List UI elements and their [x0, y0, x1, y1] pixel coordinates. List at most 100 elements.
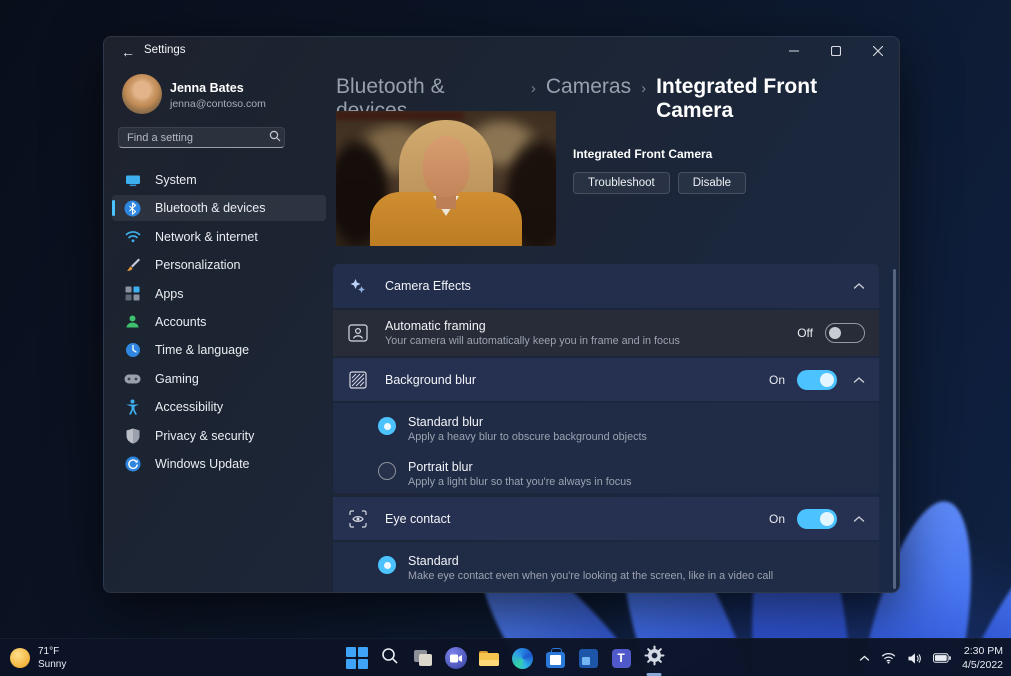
automatic-framing-state: Off: [797, 326, 813, 340]
network-icon: [124, 228, 141, 245]
eye-contact-state: On: [769, 512, 785, 526]
camera-preview: [336, 111, 556, 246]
weather-widget[interactable]: 71°F Sunny: [10, 639, 66, 676]
weather-temperature: 71°F: [38, 645, 66, 658]
disable-button[interactable]: Disable: [678, 172, 746, 194]
apps-icon: [124, 285, 141, 302]
automatic-framing-row[interactable]: Automatic framing Your camera will autom…: [333, 310, 879, 356]
background-blur-row[interactable]: Background blur On: [333, 358, 879, 401]
sidebar-item-time-language[interactable]: Time & language: [112, 337, 326, 363]
time-language-icon: [124, 342, 141, 359]
sidebar-item-windows-update[interactable]: Windows Update: [112, 451, 326, 477]
task-view-icon: [414, 650, 432, 666]
automatic-framing-title: Automatic framing: [385, 319, 797, 333]
automatic-framing-icon: [347, 324, 369, 342]
portrait-blur-label: Portrait blur: [408, 460, 632, 474]
search-box[interactable]: [118, 127, 285, 148]
sidebar-item-personalization[interactable]: Personalization: [112, 252, 326, 278]
back-button[interactable]: ←: [116, 41, 140, 63]
file-explorer-button[interactable]: [477, 646, 502, 671]
bluetooth-icon: [124, 200, 141, 217]
chat-camera-icon: [445, 647, 467, 669]
chevron-up-icon[interactable]: [853, 282, 865, 290]
background-blur-title: Background blur: [385, 373, 769, 387]
start-button[interactable]: [345, 646, 370, 671]
background-blur-toggle[interactable]: [797, 370, 837, 390]
active-app-indicator: [647, 673, 662, 676]
edge-button[interactable]: [510, 646, 535, 671]
store-icon: [546, 652, 565, 668]
camera-effects-title: Camera Effects: [385, 279, 837, 293]
chat-button[interactable]: [444, 646, 469, 671]
scrollbar[interactable]: [893, 269, 896, 589]
battery-icon[interactable]: [933, 653, 951, 663]
sidebar-item-network-internet[interactable]: Network & internet: [112, 224, 326, 250]
tray-date: 4/5/2022: [962, 658, 1003, 672]
pinned-app-button[interactable]: [576, 646, 601, 671]
portrait-blur-desc: Apply a light blur so that you're always…: [408, 476, 632, 488]
microsoft-store-button[interactable]: [543, 646, 568, 671]
search-input[interactable]: [127, 132, 269, 144]
sidebar-item-system[interactable]: System: [112, 167, 326, 193]
page-title: Integrated Front Camera: [656, 75, 899, 123]
automatic-framing-desc: Your camera will automatically keep you …: [385, 335, 797, 347]
folder-icon: [479, 651, 499, 666]
breadcrumb-separator: ›: [641, 80, 646, 97]
background-blur-options: Standard blur Apply a heavy blur to obsc…: [333, 403, 879, 493]
standard-blur-radio[interactable]: [378, 417, 396, 435]
sparkles-icon: [347, 278, 369, 294]
search-icon: [381, 647, 399, 670]
accounts-icon: [124, 313, 141, 330]
standard-blur-label: Standard blur: [408, 415, 647, 429]
windows-logo-icon: [346, 647, 368, 669]
accessibility-icon: [124, 399, 141, 416]
background-blur-state: On: [769, 373, 785, 387]
sidebar-nav: System Bluetooth & devices Network & int…: [112, 167, 326, 477]
settings-window: ← Settings Jenna Bates jenna@contoso.com…: [103, 36, 900, 593]
eye-contact-title: Eye contact: [385, 512, 769, 526]
sidebar-item-gaming[interactable]: Gaming: [112, 366, 326, 392]
chevron-up-icon[interactable]: [853, 515, 865, 523]
account-name: Jenna Bates: [170, 81, 244, 95]
sidebar-item-apps[interactable]: Apps: [112, 281, 326, 307]
clock[interactable]: 2:30 PM 4/5/2022: [962, 644, 1003, 672]
weather-condition: Sunny: [38, 658, 66, 671]
avatar[interactable]: [122, 74, 162, 114]
tray-time: 2:30 PM: [962, 644, 1003, 658]
sidebar-item-privacy-security[interactable]: Privacy & security: [112, 423, 326, 449]
eye-contact-standard-desc: Make eye contact even when you're lookin…: [408, 570, 773, 582]
portrait-blur-radio[interactable]: [378, 462, 396, 480]
breadcrumb-cameras[interactable]: Cameras: [546, 75, 631, 99]
eye-contact-toggle[interactable]: [797, 509, 837, 529]
eye-contact-row[interactable]: Eye contact On: [333, 497, 879, 540]
pinned-app-icon: [579, 649, 598, 668]
automatic-framing-toggle[interactable]: [825, 323, 865, 343]
troubleshoot-button[interactable]: Troubleshoot: [573, 172, 670, 194]
sidebar-item-accounts[interactable]: Accounts: [112, 309, 326, 335]
teams-icon: T: [612, 649, 631, 668]
tray-chevron-up-icon[interactable]: [859, 655, 870, 662]
eye-contact-options: Standard Make eye contact even when you'…: [333, 542, 879, 593]
teams-button[interactable]: T: [609, 646, 634, 671]
portrait-blur-option[interactable]: Portrait blur Apply a light blur so that…: [378, 460, 632, 488]
breadcrumb-separator: ›: [531, 80, 536, 97]
camera-effects-header[interactable]: Camera Effects: [333, 264, 879, 308]
gaming-icon: [124, 370, 141, 387]
window-title: Settings: [144, 44, 186, 56]
volume-icon[interactable]: [907, 652, 922, 665]
eye-contact-standard-label: Standard: [408, 554, 773, 568]
task-view-button[interactable]: [411, 646, 436, 671]
eye-contact-standard-option[interactable]: Standard Make eye contact even when you'…: [378, 554, 773, 582]
eye-contact-icon: [347, 510, 369, 528]
settings-app-button[interactable]: [642, 646, 667, 671]
sidebar-item-bluetooth-devices[interactable]: Bluetooth & devices: [112, 195, 326, 221]
standard-blur-option[interactable]: Standard blur Apply a heavy blur to obsc…: [378, 415, 647, 443]
sidebar-item-accessibility[interactable]: Accessibility: [112, 394, 326, 420]
search-icon: [269, 129, 281, 147]
taskbar: 71°F Sunny: [0, 638, 1011, 676]
wifi-icon[interactable]: [881, 652, 896, 664]
chevron-up-icon[interactable]: [853, 376, 865, 384]
taskbar-search-button[interactable]: [378, 646, 403, 671]
eye-contact-standard-radio[interactable]: [378, 556, 396, 574]
system-icon: [124, 172, 141, 189]
